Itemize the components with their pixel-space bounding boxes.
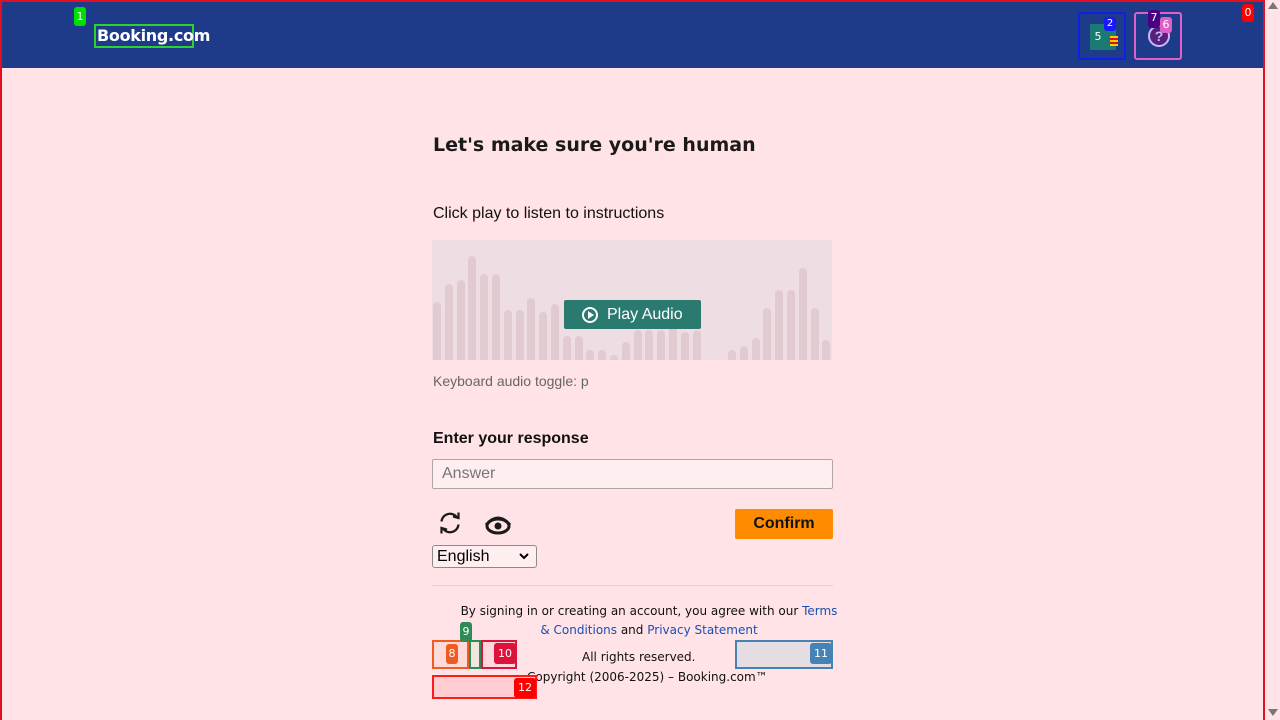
waveform-bar	[787, 290, 795, 360]
rights-text: All rights reserved.	[582, 650, 696, 664]
waveform-bar	[492, 274, 500, 360]
audio-visualizer: Play Audio	[432, 240, 832, 360]
waveform-bar	[728, 350, 736, 360]
confirm-button[interactable]: Confirm	[735, 509, 833, 539]
waveform-bar	[739, 346, 748, 360]
play-icon	[582, 307, 598, 323]
language-select[interactable]: English	[432, 545, 537, 568]
reload-button[interactable]	[435, 508, 465, 538]
play-audio-label: Play Audio	[607, 306, 683, 323]
overlay-tag-7: 7	[1148, 10, 1160, 28]
legal-and: and	[617, 623, 648, 637]
visual-challenge-button[interactable]	[483, 508, 513, 538]
waveform-bar	[822, 340, 831, 360]
language-selected: English	[437, 548, 490, 565]
waveform-bar	[586, 350, 595, 360]
waveform-bar	[680, 332, 689, 360]
waveform-bar	[539, 312, 548, 360]
waveform-bar	[810, 308, 819, 360]
waveform-bar	[574, 336, 583, 360]
site-header: Booking.com ?	[0, 0, 1265, 68]
instructions-text: Click play to listen to instructions	[433, 205, 665, 222]
privacy-link[interactable]: Privacy Statement	[647, 623, 757, 637]
overlay-tag-0: 0	[1242, 4, 1254, 22]
waveform-bar	[562, 336, 571, 360]
answer-input[interactable]	[432, 459, 833, 489]
chevron-down-icon	[519, 553, 529, 560]
waveform-bar	[468, 256, 477, 360]
waveform-bar	[645, 330, 654, 360]
legal-prefix: By signing in or creating an account, yo…	[460, 604, 803, 618]
waveform-bar	[657, 330, 666, 360]
waveform-bar	[621, 342, 630, 360]
play-audio-button[interactable]: Play Audio	[564, 300, 701, 329]
overlay-tag-2: 2	[1104, 17, 1116, 31]
waveform-bar	[527, 298, 536, 360]
overlay-tag-10: 10	[494, 643, 516, 664]
overlay-tag-5: 5	[1092, 29, 1104, 45]
overlay-box-9[interactable]	[469, 640, 481, 669]
overlay-tag-6: 6	[1160, 17, 1172, 33]
page-title: Let's make sure you're human	[433, 134, 756, 156]
waveform-bar	[798, 268, 807, 360]
waveform-bar	[751, 338, 760, 360]
scrollbar[interactable]	[1265, 0, 1280, 720]
response-label: Enter your response	[433, 430, 589, 447]
overlay-tag-12: 12	[514, 678, 536, 698]
legal-text: By signing in or creating an account, yo…	[459, 602, 839, 640]
scroll-up-icon[interactable]	[1268, 2, 1278, 9]
keyboard-hint: Keyboard audio toggle: p	[433, 373, 589, 389]
waveform-bar	[598, 350, 607, 360]
waveform-bar	[551, 304, 559, 360]
scroll-down-icon[interactable]	[1268, 709, 1278, 716]
overlay-tag-9: 9	[460, 622, 472, 642]
waveform-bar	[480, 274, 489, 360]
waveform-bar	[775, 290, 784, 360]
eye-icon	[484, 516, 512, 535]
copyright-text: Copyright (2006-2025) – Booking.com™	[527, 670, 768, 684]
waveform-bar	[444, 284, 453, 360]
reload-icon	[440, 512, 460, 534]
booking-logo[interactable]: Booking.com	[94, 24, 210, 48]
waveform-bar	[456, 280, 465, 360]
waveform-bar	[610, 355, 618, 360]
overlay-tag-11: 11	[810, 643, 832, 664]
waveform-bar	[692, 330, 701, 360]
waveform-bar	[433, 302, 441, 360]
waveform-bar	[633, 330, 642, 360]
overlay-tag-1: 1	[74, 7, 86, 26]
waveform-bar	[515, 310, 524, 360]
divider	[432, 585, 833, 586]
waveform-bar	[503, 310, 512, 360]
waveform-bar	[763, 308, 772, 360]
overlay-tag-8: 8	[446, 644, 458, 664]
